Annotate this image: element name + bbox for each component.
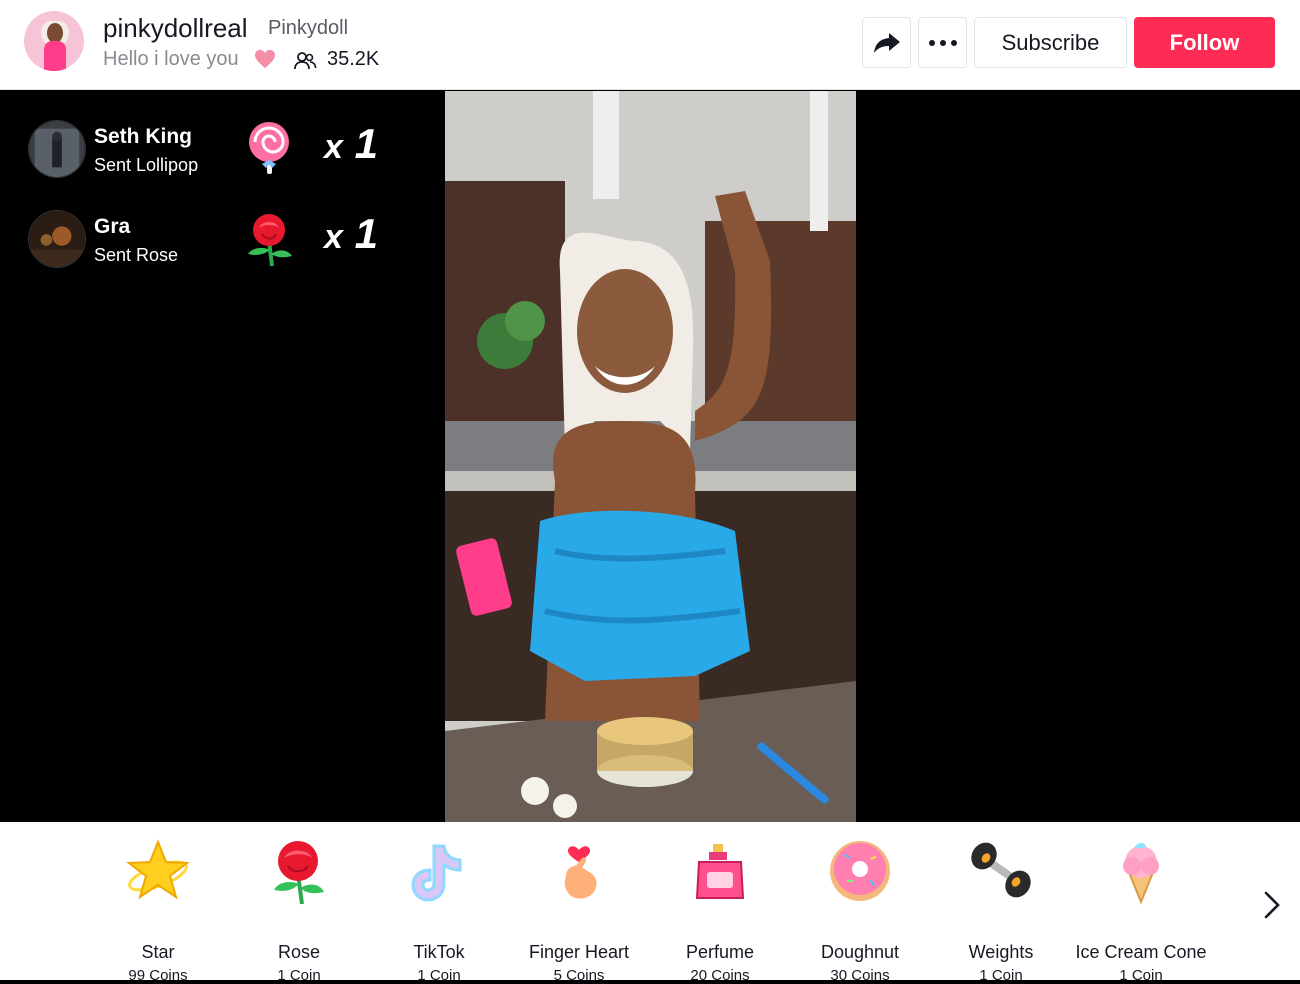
star-icon: [126, 839, 190, 900]
gift-tiktok[interactable]: TikTok 1 Coin: [359, 836, 519, 984]
lollipop-icon: [249, 122, 289, 174]
live-video[interactable]: [445, 91, 856, 822]
subscribe-button[interactable]: Subscribe: [974, 17, 1127, 68]
gift-action: Sent Rose: [94, 245, 179, 265]
gift-count: x 1: [324, 120, 378, 167]
perfume-icon: [695, 844, 745, 899]
gift-name: Perfume: [685, 942, 755, 962]
viewer-avatar[interactable]: [28, 120, 86, 178]
tiktok-icon: [411, 844, 462, 902]
share-button[interactable]: [862, 17, 911, 68]
finger-heart-icon: [564, 846, 597, 899]
gift-doughnut[interactable]: Doughnut 30 Coins: [780, 836, 940, 984]
gift-price: 20 Coins: [690, 967, 750, 984]
gift-rose[interactable]: Rose 1 Coin: [219, 836, 379, 984]
gift-name: Star: [141, 942, 175, 962]
gift-price: 99 Coins: [128, 967, 188, 984]
live-header: pinkydollreal Pinkydoll Hello i love you…: [0, 0, 1300, 90]
weights-icon: [971, 842, 1031, 898]
gift-weights[interactable]: Weights 1 Coin: [921, 836, 1081, 984]
viewer-name: Gra: [94, 215, 131, 238]
share-icon: [873, 32, 900, 53]
doughnut-icon: [830, 841, 890, 901]
chevron-right-icon[interactable]: [1260, 890, 1284, 920]
gift-name: TikTok: [413, 942, 465, 962]
heart-icon: [255, 49, 275, 69]
gift-name: Finger Heart: [528, 942, 630, 962]
viewer-avatar[interactable]: [28, 210, 86, 268]
gift-name: Ice Cream Cone: [1075, 942, 1207, 962]
gift-price: 30 Coins: [830, 967, 890, 984]
viewer-count: 35.2K: [327, 48, 380, 70]
gift-price: 5 Coins: [553, 967, 605, 984]
more-icon: [928, 39, 957, 46]
host-username[interactable]: pinkydollreal: [103, 13, 248, 44]
gift-finger-heart[interactable]: Finger Heart 5 Coins: [499, 836, 659, 984]
gift-price: 1 Coin: [979, 967, 1023, 984]
gift-feed-item: Seth King Sent Lollipop x 1: [28, 120, 408, 190]
gift-name: Doughnut: [820, 942, 900, 962]
gift-name: Weights: [968, 942, 1034, 962]
live-stage: Seth King Sent Lollipop x 1 Gra Sent Ros…: [0, 91, 1300, 822]
gift-name: Rose: [277, 942, 321, 962]
gift-price: 1 Coin: [1119, 967, 1163, 984]
gift-star[interactable]: Star 99 Coins: [78, 836, 238, 984]
ice-cream-icon: [1123, 842, 1159, 905]
gift-price: 1 Coin: [277, 967, 321, 984]
gift-ice-cream-cone[interactable]: Ice Cream Cone 1 Coin: [1061, 836, 1221, 984]
gift-action: Sent Lollipop: [94, 155, 199, 175]
rose-icon: [248, 214, 292, 267]
gift-price: 1 Coin: [417, 967, 461, 984]
more-options-button[interactable]: [918, 17, 967, 68]
host-nickname: Pinkydoll: [268, 17, 349, 39]
rose-icon: [274, 841, 324, 905]
host-bio: Hello i love you: [103, 48, 239, 70]
viewers-icon: [294, 52, 317, 70]
host-avatar[interactable]: [24, 11, 84, 71]
viewer-name: Seth King: [94, 125, 192, 148]
gift-bar: Star 99 Coins Rose 1 Coin TikTok 1 Coin …: [0, 822, 1300, 984]
gift-feed-item: Gra Sent Rose x 1: [28, 210, 408, 280]
gift-perfume[interactable]: Perfume 20 Coins: [640, 836, 800, 984]
gift-count: x 1: [324, 210, 378, 257]
follow-button[interactable]: Follow: [1134, 17, 1275, 68]
